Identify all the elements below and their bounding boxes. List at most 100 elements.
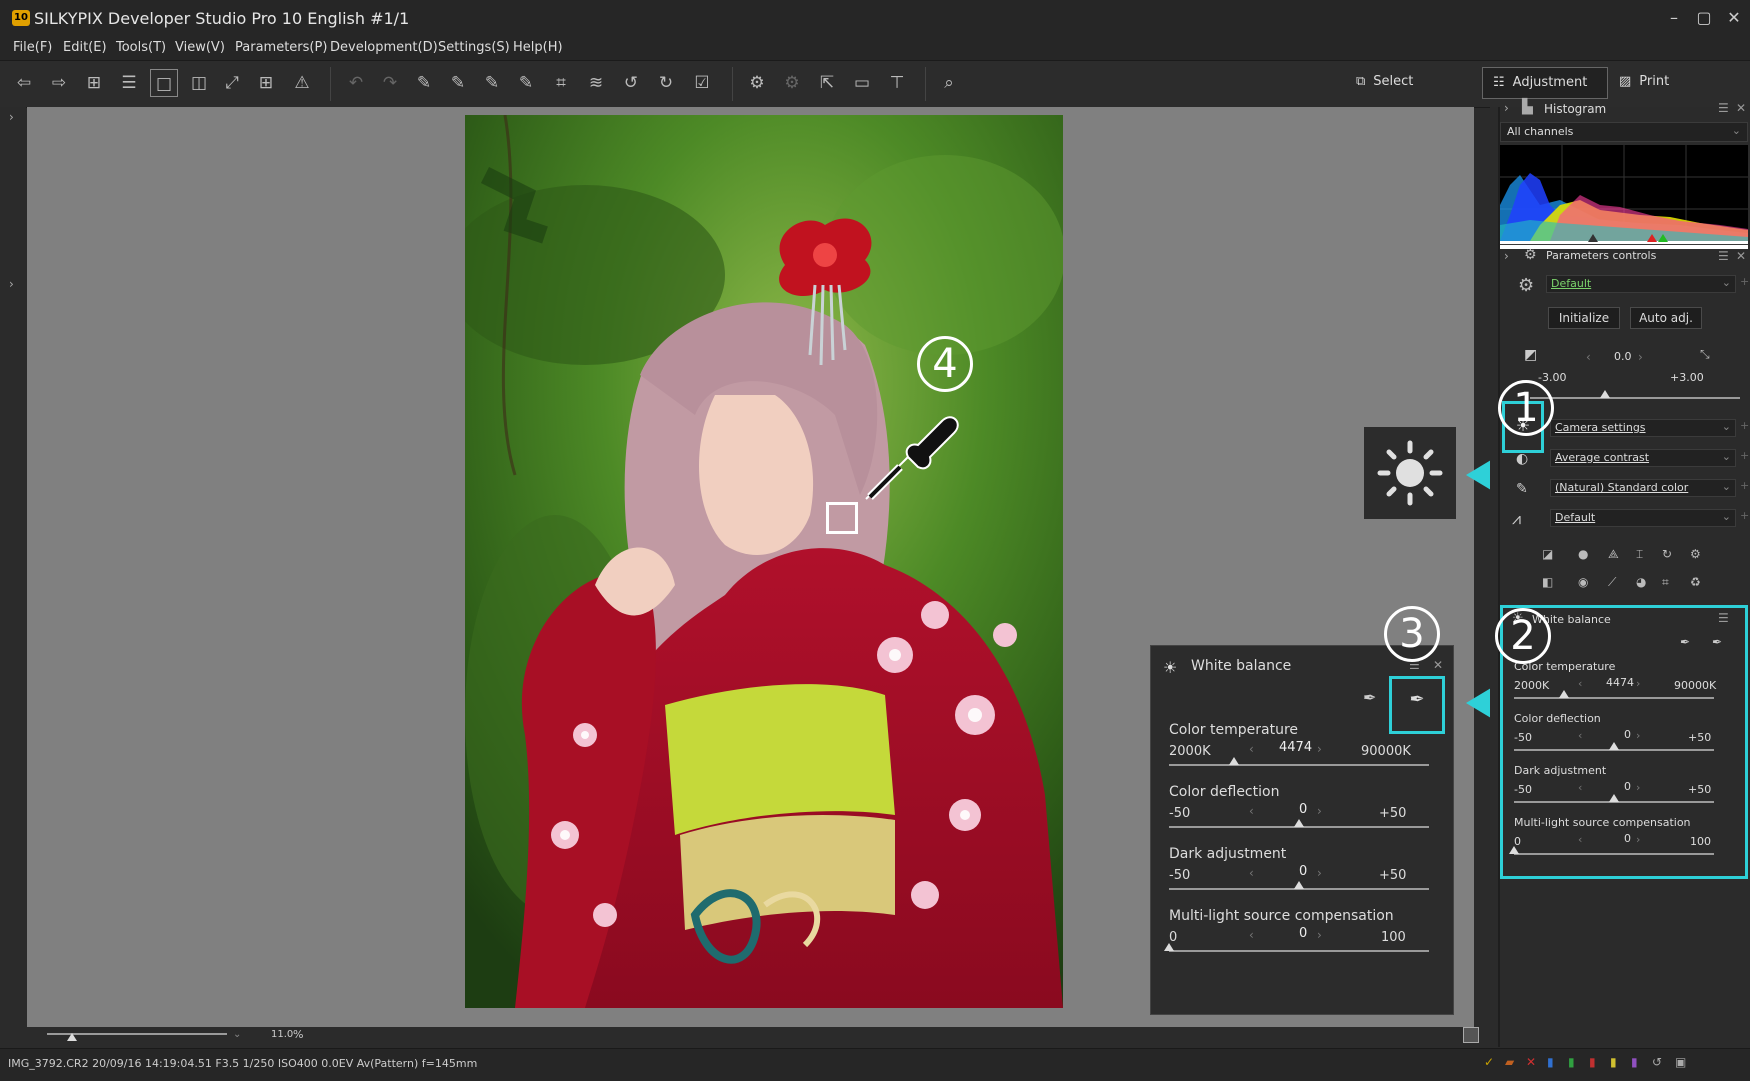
exposure-thumb[interactable] bbox=[1600, 390, 1610, 398]
decrement-icon[interactable]: ‹ bbox=[1249, 804, 1254, 818]
redo-icon[interactable]: ↷ bbox=[376, 69, 404, 97]
initialize-button[interactable]: Initialize bbox=[1548, 307, 1620, 329]
tone-curve-icon[interactable]: ◪ bbox=[1542, 547, 1553, 561]
add-icon[interactable]: + bbox=[1740, 509, 1749, 522]
panel-menu-icon[interactable]: ☰ bbox=[1718, 611, 1729, 625]
forward-icon[interactable]: ⇨ bbox=[45, 69, 73, 97]
paste-partial-icon[interactable]: ✎ bbox=[512, 69, 540, 97]
wb-float-temp-value[interactable]: 4474 bbox=[1279, 740, 1312, 755]
minimize-button[interactable]: – bbox=[1660, 6, 1688, 30]
warning-icon[interactable]: ⚠ bbox=[288, 69, 316, 97]
wb-dark-value[interactable]: 0 bbox=[1624, 780, 1631, 793]
crop-icon[interactable]: ⌗ bbox=[1662, 575, 1669, 590]
add-icon[interactable]: + bbox=[1740, 419, 1749, 432]
compare-view-icon[interactable]: ◫ bbox=[185, 69, 213, 97]
back-icon[interactable]: ⇦ bbox=[10, 69, 38, 97]
tone-preset-select[interactable]: Average contrast ⌄ bbox=[1550, 449, 1736, 467]
rotate-icon[interactable]: ↻ bbox=[1662, 547, 1672, 561]
exposure-icon[interactable]: ◩ bbox=[1524, 347, 1537, 363]
wb-float-deflection-value[interactable]: 0 bbox=[1299, 802, 1307, 817]
wb-preset-select[interactable]: Camera settings ⌄ bbox=[1550, 419, 1736, 437]
undo-icon[interactable]: ↶ bbox=[342, 69, 370, 97]
tag-red-icon[interactable]: ▮ bbox=[1589, 1055, 1596, 1069]
increment-icon[interactable]: › bbox=[1636, 729, 1640, 742]
preview-view-icon[interactable]: □ bbox=[150, 69, 178, 97]
print-tab[interactable]: ▨ Print bbox=[1615, 67, 1715, 99]
gear-icon[interactable]: ⚙ bbox=[1518, 275, 1534, 296]
tool-icon[interactable]: ⊤ bbox=[883, 69, 911, 97]
wb-float-deflection-thumb[interactable] bbox=[1294, 819, 1304, 827]
tag-purple-icon[interactable]: ▮ bbox=[1631, 1055, 1638, 1069]
exposure-value[interactable]: 0.0 bbox=[1614, 350, 1632, 363]
copy-params-icon[interactable]: ✎ bbox=[410, 69, 438, 97]
wb-float-temp-thumb[interactable] bbox=[1229, 757, 1239, 765]
panel-close-icon[interactable]: ✕ bbox=[1736, 249, 1746, 263]
wb-float-multi-thumb[interactable] bbox=[1164, 943, 1174, 951]
wb-multi-value[interactable]: 0 bbox=[1624, 832, 1631, 845]
monitor-icon[interactable]: ▭ bbox=[848, 69, 876, 97]
increment-icon[interactable]: › bbox=[1317, 928, 1322, 942]
close-button[interactable]: ✕ bbox=[1720, 6, 1748, 30]
lock-icon[interactable]: ▣ bbox=[1675, 1055, 1686, 1069]
mask-icon[interactable]: ◕ bbox=[1636, 575, 1646, 589]
paste-params-icon[interactable]: ✎ bbox=[444, 69, 472, 97]
increment-icon[interactable]: › bbox=[1636, 833, 1640, 846]
adjustment-tab[interactable]: ☷ Adjustment bbox=[1482, 67, 1608, 99]
recycle-icon[interactable]: ♻ bbox=[1690, 575, 1701, 589]
add-icon[interactable]: + bbox=[1740, 479, 1749, 492]
paste-all-icon[interactable]: ✎ bbox=[478, 69, 506, 97]
decrement-icon[interactable]: ‹ bbox=[1578, 833, 1582, 846]
tag-green-icon[interactable]: ▮ bbox=[1568, 1055, 1575, 1069]
expand-left-top-icon[interactable]: › bbox=[9, 110, 14, 124]
menu-settings[interactable]: Settings(S) bbox=[438, 40, 510, 55]
wb-temp-value[interactable]: 4474 bbox=[1606, 676, 1634, 689]
zoom-dropdown-icon[interactable]: ⌄ bbox=[233, 1029, 241, 1040]
preview-photo[interactable] bbox=[465, 115, 1063, 1008]
color-balance-icon[interactable]: ◧ bbox=[1542, 575, 1553, 589]
fullscreen-icon[interactable]: ⤢ bbox=[218, 69, 246, 97]
menu-edit[interactable]: Edit(E) bbox=[63, 40, 107, 55]
color-preset-select[interactable]: (Natural) Standard color ⌄ bbox=[1550, 479, 1736, 497]
maximize-button[interactable]: ▢ bbox=[1690, 6, 1718, 30]
zoom-slider-thumb[interactable] bbox=[67, 1033, 77, 1041]
panel-menu-icon[interactable]: ☰ bbox=[1718, 249, 1729, 263]
resize-grip-icon[interactable] bbox=[1463, 1027, 1479, 1043]
wb-deflection-thumb[interactable] bbox=[1609, 742, 1619, 750]
histogram-channel-select[interactable]: All channels ⌄ bbox=[1500, 122, 1748, 142]
decrement-icon[interactable]: ‹ bbox=[1578, 729, 1582, 742]
select-tab[interactable]: ⧉ Select bbox=[1350, 67, 1470, 99]
wb-float-temp-track[interactable] bbox=[1169, 764, 1429, 766]
decrement-icon[interactable]: ‹ bbox=[1249, 742, 1254, 756]
wb-float-multi-value[interactable]: 0 bbox=[1299, 926, 1307, 941]
spot-removal-icon[interactable]: ⟁ bbox=[1608, 547, 1619, 562]
reject-icon[interactable]: ✕ bbox=[1526, 1055, 1536, 1069]
eyedropper-gray-icon[interactable]: ✒ bbox=[1712, 635, 1722, 649]
increment-icon[interactable]: › bbox=[1636, 781, 1640, 794]
wb-float-dark-thumb[interactable] bbox=[1294, 881, 1304, 889]
eyedropper-point-icon[interactable]: ✒ bbox=[1680, 635, 1690, 649]
add-icon[interactable]: + bbox=[1740, 275, 1749, 288]
increment-icon[interactable]: › bbox=[1636, 677, 1640, 690]
settings-icon[interactable]: ⚙ bbox=[1690, 547, 1701, 561]
develop-icon[interactable]: ⚙ bbox=[743, 69, 771, 97]
tag-yellow-icon[interactable]: ▮ bbox=[1610, 1055, 1617, 1069]
layers-icon[interactable]: ≋ bbox=[582, 69, 610, 97]
crop-marks-icon[interactable]: ⌗ bbox=[547, 69, 575, 97]
increment-icon[interactable]: › bbox=[1317, 804, 1322, 818]
tag-blue-icon[interactable]: ▮ bbox=[1547, 1055, 1554, 1069]
decrement-icon[interactable]: ‹ bbox=[1249, 866, 1254, 880]
brush-icon[interactable]: ⟋ bbox=[1608, 575, 1616, 590]
menu-tools[interactable]: Tools(T) bbox=[116, 40, 166, 55]
ok-check-icon[interactable]: ✓ bbox=[1484, 1055, 1494, 1069]
menu-development[interactable]: Development(D) bbox=[330, 40, 438, 55]
rotate-status-icon[interactable]: ↺ bbox=[1652, 1055, 1662, 1069]
folder-icon[interactable]: ▰ bbox=[1505, 1055, 1514, 1069]
panel-close-icon[interactable]: ✕ bbox=[1736, 101, 1746, 115]
color-pen-icon[interactable]: ✎ bbox=[1516, 481, 1528, 497]
filmstrip-view-icon[interactable]: ☰ bbox=[115, 69, 143, 97]
menu-parameters[interactable]: Parameters(P) bbox=[235, 40, 327, 55]
panel-menu-icon[interactable]: ☰ bbox=[1718, 101, 1729, 115]
panel-close-icon[interactable]: ✕ bbox=[1433, 658, 1443, 672]
thumbnail-view-icon[interactable]: ⊞ bbox=[80, 69, 108, 97]
wb-float-dark-value[interactable]: 0 bbox=[1299, 864, 1307, 879]
